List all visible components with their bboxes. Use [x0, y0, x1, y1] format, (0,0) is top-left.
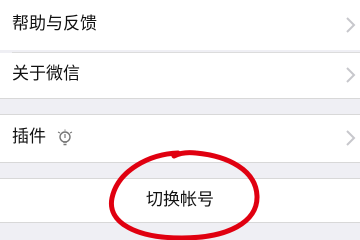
- settings-item-about-wechat[interactable]: 关于微信: [0, 53, 360, 98]
- settings-item-help-feedback[interactable]: 帮助与反馈: [0, 0, 360, 50]
- settings-item-plugins[interactable]: 插件: [0, 115, 360, 162]
- chevron-right-icon: [346, 130, 356, 146]
- group-2-bottom-border: [0, 162, 360, 163]
- group-3-bottom-border: [0, 222, 360, 223]
- chevron-right-icon: [346, 17, 356, 33]
- settings-item-label: 帮助与反馈: [12, 14, 97, 34]
- lightbulb-icon: [57, 129, 73, 146]
- switch-account-button[interactable]: 切换帐号: [0, 179, 360, 222]
- settings-item-label: 关于微信: [12, 64, 80, 84]
- chevron-right-icon: [346, 67, 356, 83]
- switch-account-label: 切换帐号: [146, 190, 214, 210]
- settings-item-label: 插件: [12, 127, 46, 147]
- group-1-bottom-border: [0, 98, 360, 99]
